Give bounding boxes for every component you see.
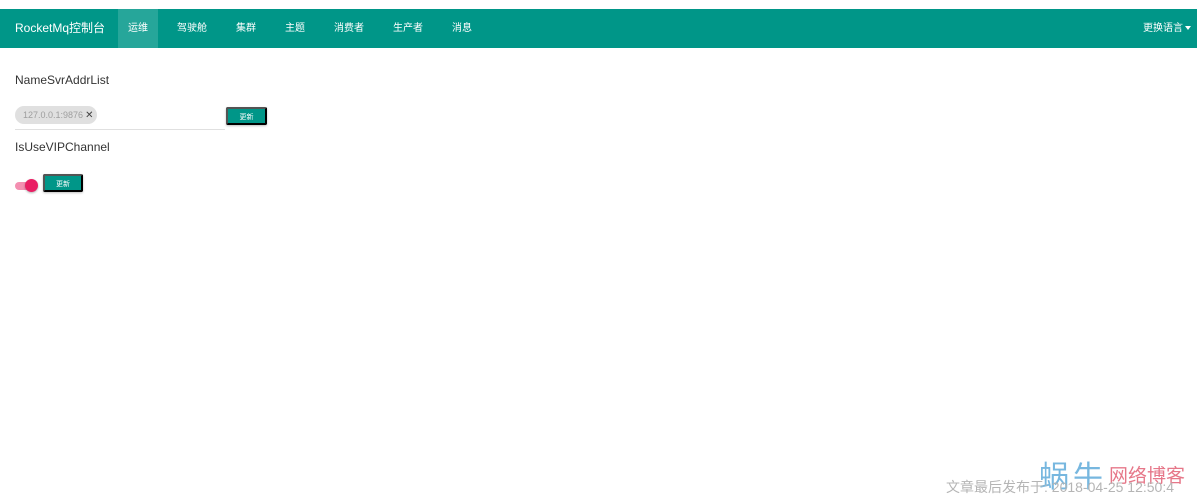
top-spacer bbox=[0, 0, 1197, 9]
namesrv-chips-input[interactable]: 127.0.0.1:9876 ✕ bbox=[15, 103, 225, 130]
vip-update-button[interactable]: 更新 bbox=[43, 174, 83, 192]
nav-item-message[interactable]: 消息 bbox=[442, 9, 482, 48]
nav-item-cluster[interactable]: 集群 bbox=[226, 9, 266, 48]
caret-down-icon bbox=[1185, 26, 1191, 31]
nav-item-producer[interactable]: 生产者 bbox=[383, 9, 433, 48]
nav-menu: 运维 驾驶舱 集群 主题 消费者 生产者 消息 bbox=[118, 9, 491, 48]
brand-title[interactable]: RocketMq控制台 bbox=[15, 9, 105, 48]
language-switch[interactable]: 更换语言 bbox=[1143, 9, 1191, 48]
language-switch-label: 更换语言 bbox=[1143, 23, 1183, 34]
namesrv-update-button[interactable]: 更新 bbox=[226, 107, 267, 125]
namesrv-chip-text: 127.0.0.1:9876 bbox=[23, 110, 84, 120]
nav-item-ops[interactable]: 运维 bbox=[118, 9, 158, 48]
vip-channel-toggle[interactable] bbox=[15, 178, 38, 194]
published-timestamp: 文章最后发布于: 2018-04-25 12:50:4 bbox=[946, 479, 1174, 495]
nav-item-dashboard[interactable]: 驾驶舱 bbox=[167, 9, 217, 48]
nav-item-consumer[interactable]: 消费者 bbox=[324, 9, 374, 48]
namesrv-label: NameSvrAddrList bbox=[15, 73, 110, 87]
close-icon[interactable]: ✕ bbox=[85, 107, 93, 125]
navbar: RocketMq控制台 运维 驾驶舱 集群 主题 消费者 生产者 消息 更换语言 bbox=[0, 9, 1197, 48]
namesrv-chip: 127.0.0.1:9876 ✕ bbox=[15, 106, 98, 125]
vip-channel-label: IsUseVIPChannel bbox=[15, 140, 110, 154]
toggle-thumb bbox=[25, 179, 38, 192]
nav-item-topic[interactable]: 主题 bbox=[275, 9, 315, 48]
